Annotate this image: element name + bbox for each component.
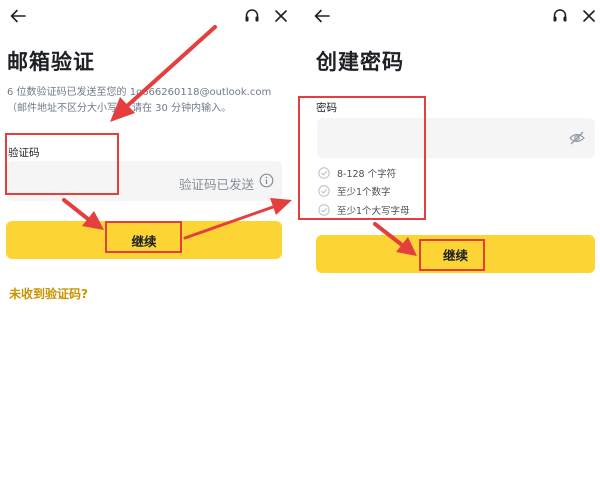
top-bar: [0, 0, 296, 34]
code-sent-status: 验证码已发送: [178, 177, 254, 192]
description-line-1: 6 位数验证码已发送至您的 1o666260118@outlook.com: [7, 87, 272, 98]
back-arrow-icon[interactable]: [312, 6, 332, 26]
headset-icon[interactable]: [551, 7, 569, 25]
close-icon[interactable]: [580, 7, 598, 25]
back-arrow-icon[interactable]: [8, 6, 28, 26]
info-circle-icon[interactable]: [259, 173, 274, 188]
page-title: 创建密码: [316, 50, 404, 74]
code-not-received-link[interactable]: 未收到验证码?: [9, 285, 88, 302]
eye-off-icon[interactable]: [569, 131, 585, 145]
annotation-box-password-section: [298, 96, 426, 220]
annotation-box-code-field: [5, 133, 119, 195]
headset-icon[interactable]: [243, 7, 261, 25]
annotation-box-left-continue: [105, 221, 182, 253]
top-bar: [304, 0, 600, 34]
annotation-box-right-continue: [419, 239, 485, 271]
description-line-2: （邮件地址不区分大小写）。请在 30 分钟内输入。: [7, 103, 232, 114]
close-icon[interactable]: [272, 7, 290, 25]
page-title: 邮箱验证: [7, 50, 95, 74]
